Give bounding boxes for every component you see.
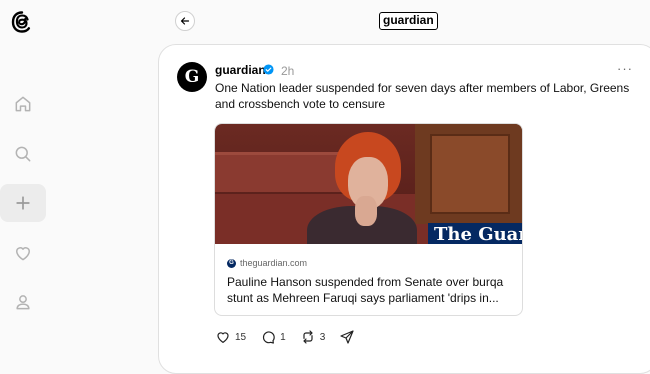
nav-search[interactable] <box>0 135 46 173</box>
threads-logo[interactable] <box>10 10 34 34</box>
repost-icon <box>303 330 313 344</box>
heart-icon <box>16 247 30 261</box>
nav-home[interactable] <box>0 85 46 123</box>
plus-icon <box>16 196 30 210</box>
verified-badge-icon <box>263 64 274 75</box>
reply-count: 1 <box>280 331 286 343</box>
guardian-masthead: The Guardian <box>428 223 522 244</box>
repost-count: 3 <box>319 331 326 343</box>
post-card: G guardian 2h ··· One Nation leader susp… <box>158 44 650 374</box>
like-count: 15 <box>235 331 247 343</box>
nav-activity[interactable] <box>0 234 46 272</box>
home-icon <box>15 96 31 112</box>
post-actions: 15 1 3 <box>215 329 369 345</box>
link-domain: G theguardian.com <box>227 258 307 268</box>
link-domain-text: theguardian.com <box>240 258 308 268</box>
guardian-favicon-icon: G <box>227 258 236 268</box>
avatar[interactable]: G <box>177 62 207 92</box>
send-icon <box>340 330 354 344</box>
page-title: guardian <box>379 12 438 30</box>
link-preview-image: The Guardian <box>215 124 522 244</box>
post-username[interactable]: guardian <box>215 63 266 77</box>
link-preview-card[interactable]: The Guardian G theguardian.com Pauline H… <box>214 123 523 316</box>
like-button[interactable]: 15 <box>215 329 246 345</box>
post-time: 2h <box>281 64 295 78</box>
repost-button[interactable]: 3 <box>300 329 326 345</box>
arrow-left-icon <box>180 17 190 25</box>
nav-create[interactable] <box>0 184 46 222</box>
nav-profile[interactable] <box>0 283 46 321</box>
profile-icon <box>16 295 30 310</box>
sidebar <box>0 0 46 357</box>
comment-icon <box>263 331 275 344</box>
search-icon <box>15 146 31 162</box>
reply-button[interactable]: 1 <box>260 329 286 345</box>
back-button[interactable] <box>175 11 195 31</box>
more-options-button[interactable]: ··· <box>617 61 633 76</box>
heart-icon <box>217 332 229 343</box>
share-button[interactable] <box>339 329 355 345</box>
post-text: One Nation leader suspended for seven da… <box>215 81 630 111</box>
link-title: Pauline Hanson suspended from Senate ove… <box>227 275 504 305</box>
